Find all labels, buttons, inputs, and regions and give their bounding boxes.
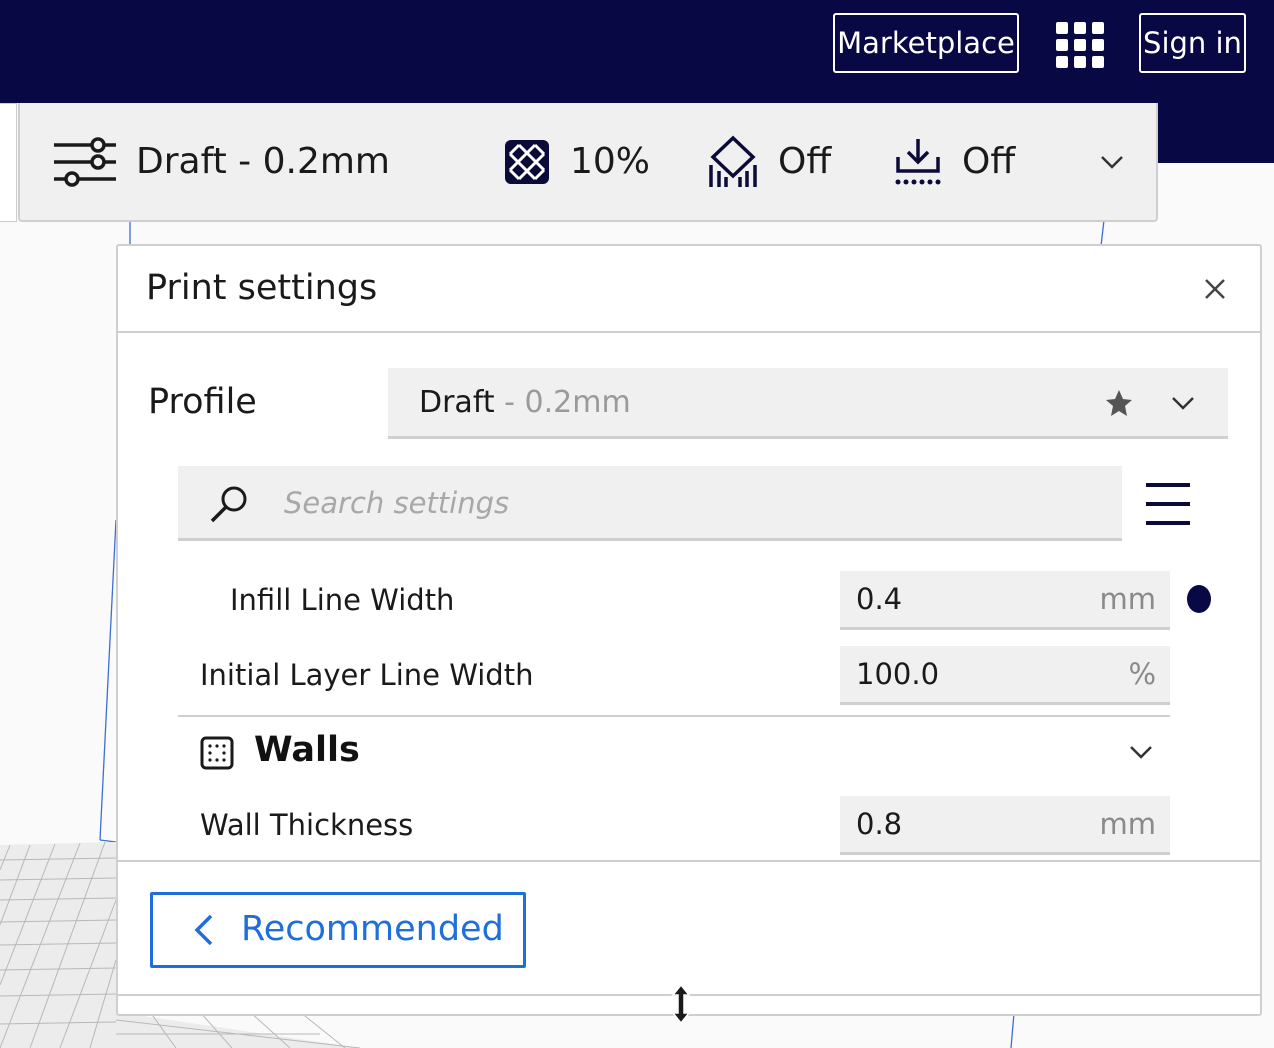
recommended-button[interactable]: Recommended [150, 892, 526, 968]
setting-value: 0.4 [856, 582, 903, 616]
profile-summary: Draft - 0.2mm [54, 103, 390, 220]
chevron-down-icon[interactable] [1171, 396, 1195, 410]
support-icon [709, 135, 757, 187]
adhesion-value: Off [962, 141, 1016, 182]
infill-value: 10% [570, 141, 651, 182]
adhesion-icon [895, 138, 941, 184]
infill-summary: 10% [504, 103, 650, 220]
setting-value: 0.8 [856, 807, 903, 841]
sign-in-button[interactable]: Sign in [1139, 13, 1246, 73]
support-value: Off [778, 141, 832, 182]
chevron-left-icon [194, 914, 213, 946]
profile-dropdown[interactable]: Draft - 0.2mm [388, 368, 1228, 439]
setting-field-wall-thickness[interactable]: 0.8 mm [840, 796, 1170, 855]
star-icon[interactable] [1104, 388, 1134, 418]
search-input[interactable] [282, 480, 1086, 526]
walls-icon [200, 736, 234, 770]
header-bar-extension [1155, 103, 1274, 163]
stage-menu-edge [0, 103, 17, 222]
setting-unit: mm [1099, 807, 1157, 841]
marketplace-button[interactable]: Marketplace [833, 13, 1019, 73]
modified-indicator[interactable] [1187, 585, 1211, 613]
print-settings-panel: Print settings Profile Draft - 0.2mm Inf… [116, 244, 1262, 1016]
support-summary: Off [708, 103, 831, 220]
setting-field-initial-layer-line-width[interactable]: 100.0 % [840, 646, 1170, 705]
infill-icon [505, 139, 549, 184]
category-divider [178, 715, 1170, 717]
grid-apps-icon[interactable] [1056, 22, 1104, 68]
setting-unit: % [1128, 657, 1156, 691]
profile-layer-height: - 0.2mm [494, 385, 631, 420]
footer-divider [118, 860, 1260, 862]
category-title-walls[interactable]: Walls [254, 730, 360, 770]
chevron-down-icon[interactable] [1129, 745, 1153, 759]
header-divider [118, 331, 1260, 333]
chevron-down-icon[interactable] [1100, 155, 1124, 169]
sliders-icon [54, 136, 116, 187]
close-icon[interactable] [1204, 278, 1226, 300]
setting-label-wall-thickness: Wall Thickness [200, 808, 414, 842]
search-icon [210, 486, 247, 523]
adhesion-summary: Off [894, 103, 1015, 220]
print-setup-selector[interactable]: Draft - 0.2mm 10% Off Off [18, 103, 1158, 222]
profile-name: Draft [419, 385, 495, 420]
search-field[interactable] [178, 466, 1122, 541]
setting-label-initial-layer-line-width: Initial Layer Line Width [200, 658, 534, 692]
setting-unit: mm [1099, 582, 1157, 616]
resize-vertical-icon[interactable] [670, 984, 692, 1024]
setting-value: 100.0 [856, 657, 940, 691]
profile-dropdown-value: Draft - 0.2mm [419, 385, 631, 420]
setting-label-infill-line-width: Infill Line Width [230, 583, 455, 617]
profile-summary-label: Draft - 0.2mm [136, 141, 391, 182]
recommended-label: Recommended [241, 909, 504, 949]
profile-label: Profile [148, 382, 257, 422]
hamburger-menu-icon[interactable] [1144, 482, 1192, 526]
panel-title: Print settings [146, 268, 378, 308]
setting-field-infill-line-width[interactable]: 0.4 mm [840, 571, 1170, 630]
